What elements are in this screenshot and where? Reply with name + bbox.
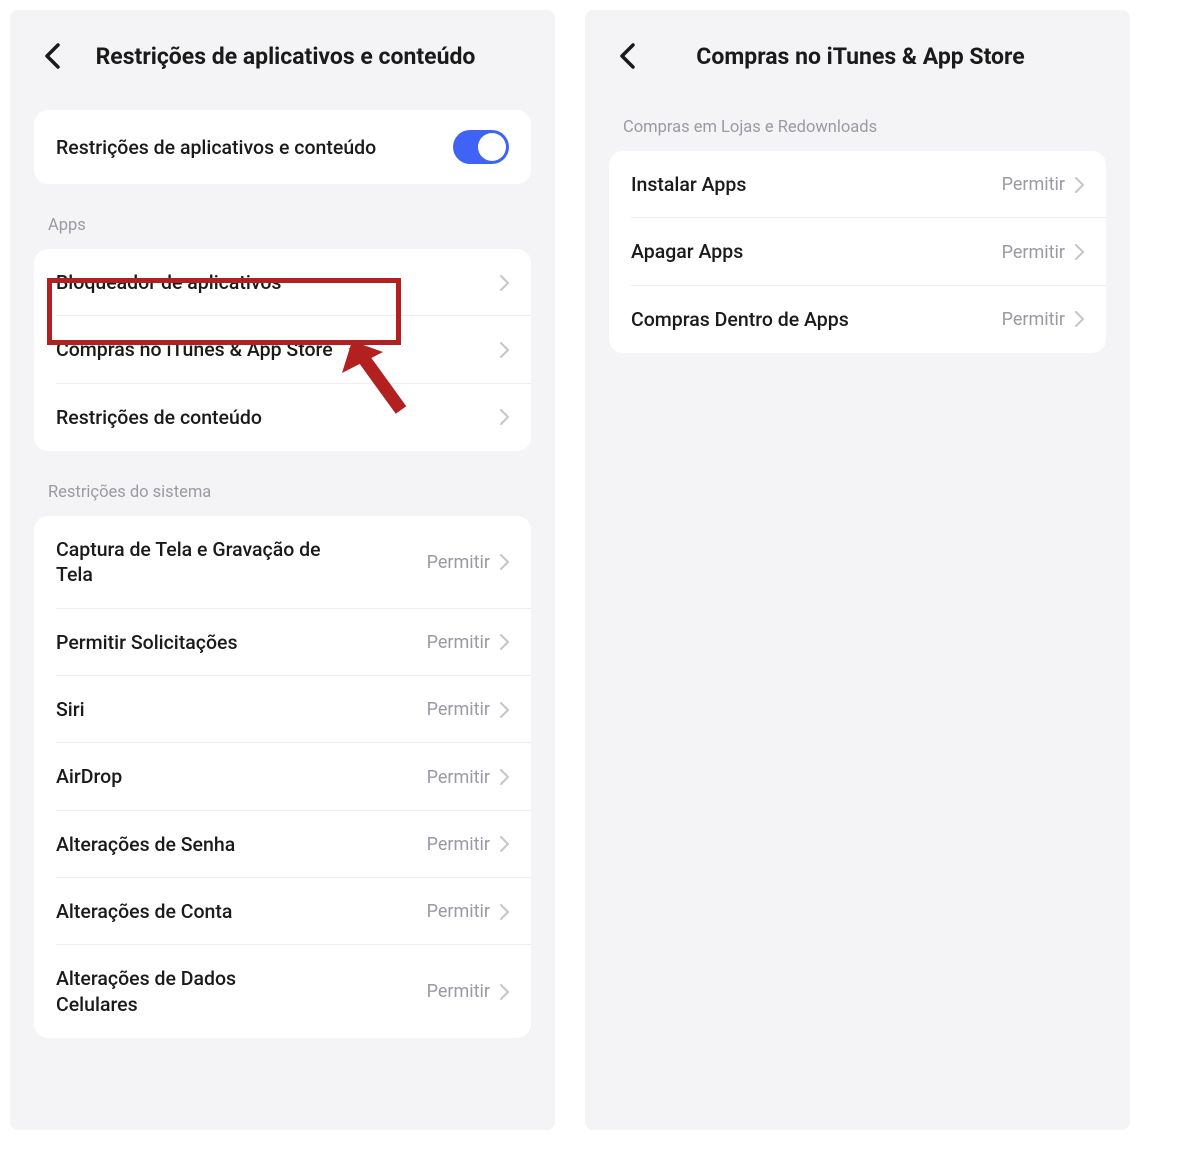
chevron-right-icon [1075, 244, 1084, 260]
screen-recording-row[interactable]: Captura de Tela e Gravação de Tela Permi… [34, 516, 531, 609]
left-screen: Restrições de aplicativos e conteúdo Res… [10, 10, 555, 1130]
row-label: Alterações de Conta [56, 899, 232, 924]
row-label: Siri [56, 697, 85, 722]
row-value: Permitir [427, 901, 490, 922]
chevron-left-icon [619, 43, 635, 69]
row-label: Bloqueador de aplicativos [56, 270, 281, 295]
chevron-right-icon [1075, 177, 1084, 193]
install-apps-row[interactable]: Instalar Apps Permitir [609, 151, 1106, 218]
row-label: Apagar Apps [631, 239, 743, 264]
chevron-right-icon [500, 984, 509, 1000]
row-value: Permitir [1002, 309, 1065, 330]
app-blocker-row[interactable]: Bloqueador de aplicativos [34, 249, 531, 316]
siri-row[interactable]: Siri Permitir [34, 676, 531, 743]
row-value: Permitir [427, 767, 490, 788]
chevron-right-icon [500, 275, 509, 291]
row-value: Permitir [427, 552, 490, 573]
allow-requests-row[interactable]: Permitir Solicitações Permitir [34, 609, 531, 676]
in-app-purchases-row[interactable]: Compras Dentro de Apps Permitir [609, 286, 1106, 353]
chevron-right-icon [500, 409, 509, 425]
row-label: Instalar Apps [631, 172, 746, 197]
row-label: Compras Dentro de Apps [631, 307, 849, 332]
itunes-purchases-row[interactable]: Compras no iTunes & App Store [34, 316, 531, 383]
chevron-right-icon [500, 769, 509, 785]
chevron-right-icon [500, 702, 509, 718]
airdrop-row[interactable]: AirDrop Permitir [34, 743, 531, 810]
page-title: Restrições de aplicativos e conteúdo [70, 43, 531, 70]
toggle-label: Restrições de aplicativos e conteúdo [56, 136, 376, 159]
purchases-list-card: Instalar Apps Permitir Apagar Apps Permi… [609, 151, 1106, 353]
row-label: Captura de Tela e Gravação de Tela [56, 537, 356, 588]
header-left: Restrições de aplicativos e conteúdo [34, 30, 531, 82]
system-section-header: Restrições do sistema [34, 475, 531, 516]
apps-section-header: Apps [34, 208, 531, 249]
restrictions-toggle[interactable] [453, 130, 509, 164]
chevron-right-icon [500, 554, 509, 570]
restrictions-toggle-row[interactable]: Restrições de aplicativos e conteúdo [34, 110, 531, 184]
page-title: Compras no iTunes & App Store [645, 43, 1106, 70]
row-value: Permitir [1002, 242, 1065, 263]
right-screen: Compras no iTunes & App Store Compras em… [585, 10, 1130, 1130]
row-value: Permitir [427, 981, 490, 1002]
row-label: Alterações de Senha [56, 832, 235, 857]
chevron-right-icon [500, 836, 509, 852]
row-value: Permitir [427, 834, 490, 855]
row-value: Permitir [1002, 174, 1065, 195]
row-value: Permitir [427, 699, 490, 720]
chevron-right-icon [1075, 311, 1084, 327]
header-right: Compras no iTunes & App Store [609, 30, 1106, 82]
back-button[interactable] [34, 38, 70, 74]
purchases-section-header: Compras em Lojas e Redownloads [609, 110, 1106, 151]
row-label: Alterações de Dados Celulares [56, 966, 256, 1017]
apps-list-card: Bloqueador de aplicativos Compras no iTu… [34, 249, 531, 451]
row-label: AirDrop [56, 764, 122, 789]
chevron-right-icon [500, 634, 509, 650]
system-list-card: Captura de Tela e Gravação de Tela Permi… [34, 516, 531, 1038]
content-restrictions-row[interactable]: Restrições de conteúdo [34, 384, 531, 451]
toggle-card: Restrições de aplicativos e conteúdo [34, 110, 531, 184]
row-label: Restrições de conteúdo [56, 405, 262, 430]
password-changes-row[interactable]: Alterações de Senha Permitir [34, 811, 531, 878]
row-label: Permitir Solicitações [56, 630, 238, 655]
chevron-right-icon [500, 342, 509, 358]
chevron-right-icon [500, 904, 509, 920]
account-changes-row[interactable]: Alterações de Conta Permitir [34, 878, 531, 945]
row-value: Permitir [427, 632, 490, 653]
toggle-knob [478, 133, 506, 161]
cellular-data-changes-row[interactable]: Alterações de Dados Celulares Permitir [34, 945, 531, 1038]
row-label: Compras no iTunes & App Store [56, 337, 333, 362]
delete-apps-row[interactable]: Apagar Apps Permitir [609, 218, 1106, 285]
back-button[interactable] [609, 38, 645, 74]
chevron-left-icon [44, 43, 60, 69]
